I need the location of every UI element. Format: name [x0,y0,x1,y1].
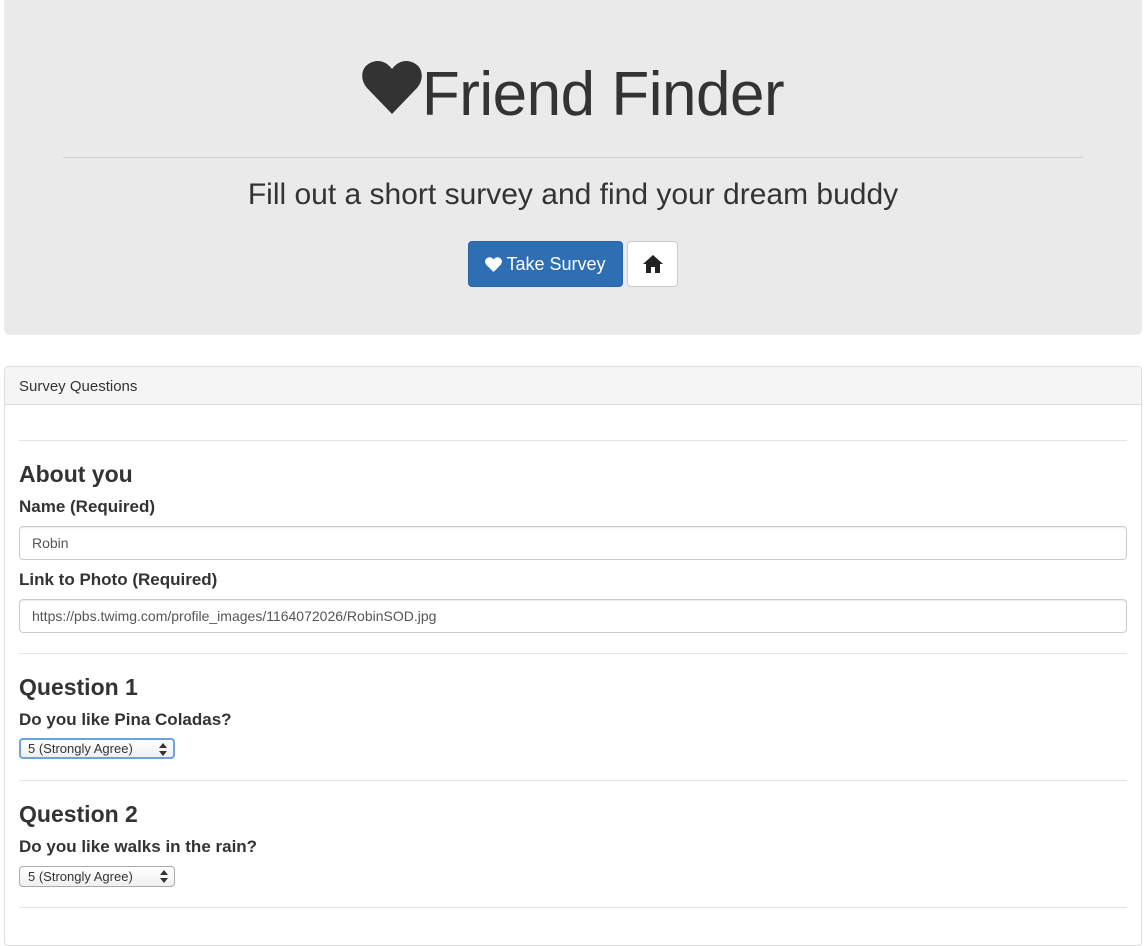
question-2-selected-value: 5 (Strongly Agree) [28,869,133,884]
question-2-select[interactable]: 5 (Strongly Agree) [19,866,175,887]
question-1-select[interactable]: 5 (Strongly Agree) [19,738,175,759]
jumbotron: Friend Finder Fill out a short survey an… [4,0,1142,335]
take-survey-button[interactable]: Take Survey [468,241,623,287]
question-1-heading: Question 1 [19,674,138,700]
divider [19,653,1127,654]
photo-label: Link to Photo (Required) [19,570,218,589]
heart-icon [485,256,503,272]
about-heading: About you [19,461,133,487]
divider [19,780,1127,781]
heart-icon [362,60,422,114]
panel-heading: Survey Questions [5,367,1141,405]
name-input[interactable] [19,526,1127,560]
page-title: Friend Finder [4,60,1142,129]
home-icon [642,255,663,273]
select-arrows-icon [159,743,167,756]
take-survey-label: Take Survey [506,253,606,274]
select-arrows-icon [160,870,168,883]
photo-link-input[interactable] [19,599,1127,633]
title-text: Friend Finder [421,60,785,129]
question-2-heading: Question 2 [19,801,138,827]
home-button[interactable] [627,241,678,287]
divider [19,907,1127,908]
lead-text: Fill out a short survey and find your dr… [247,178,899,211]
question-1-text: Do you like Pina Coladas? [19,710,232,729]
survey-panel: Survey Questions About you Name (Require… [4,366,1142,946]
button-row: Take Survey [4,241,1142,287]
question-2-text: Do you like walks in the rain? [19,837,258,856]
name-label: Name (Required) [19,497,156,516]
divider [63,157,1083,158]
question-1-selected-value: 5 (Strongly Agree) [28,741,133,756]
divider [19,440,1127,441]
